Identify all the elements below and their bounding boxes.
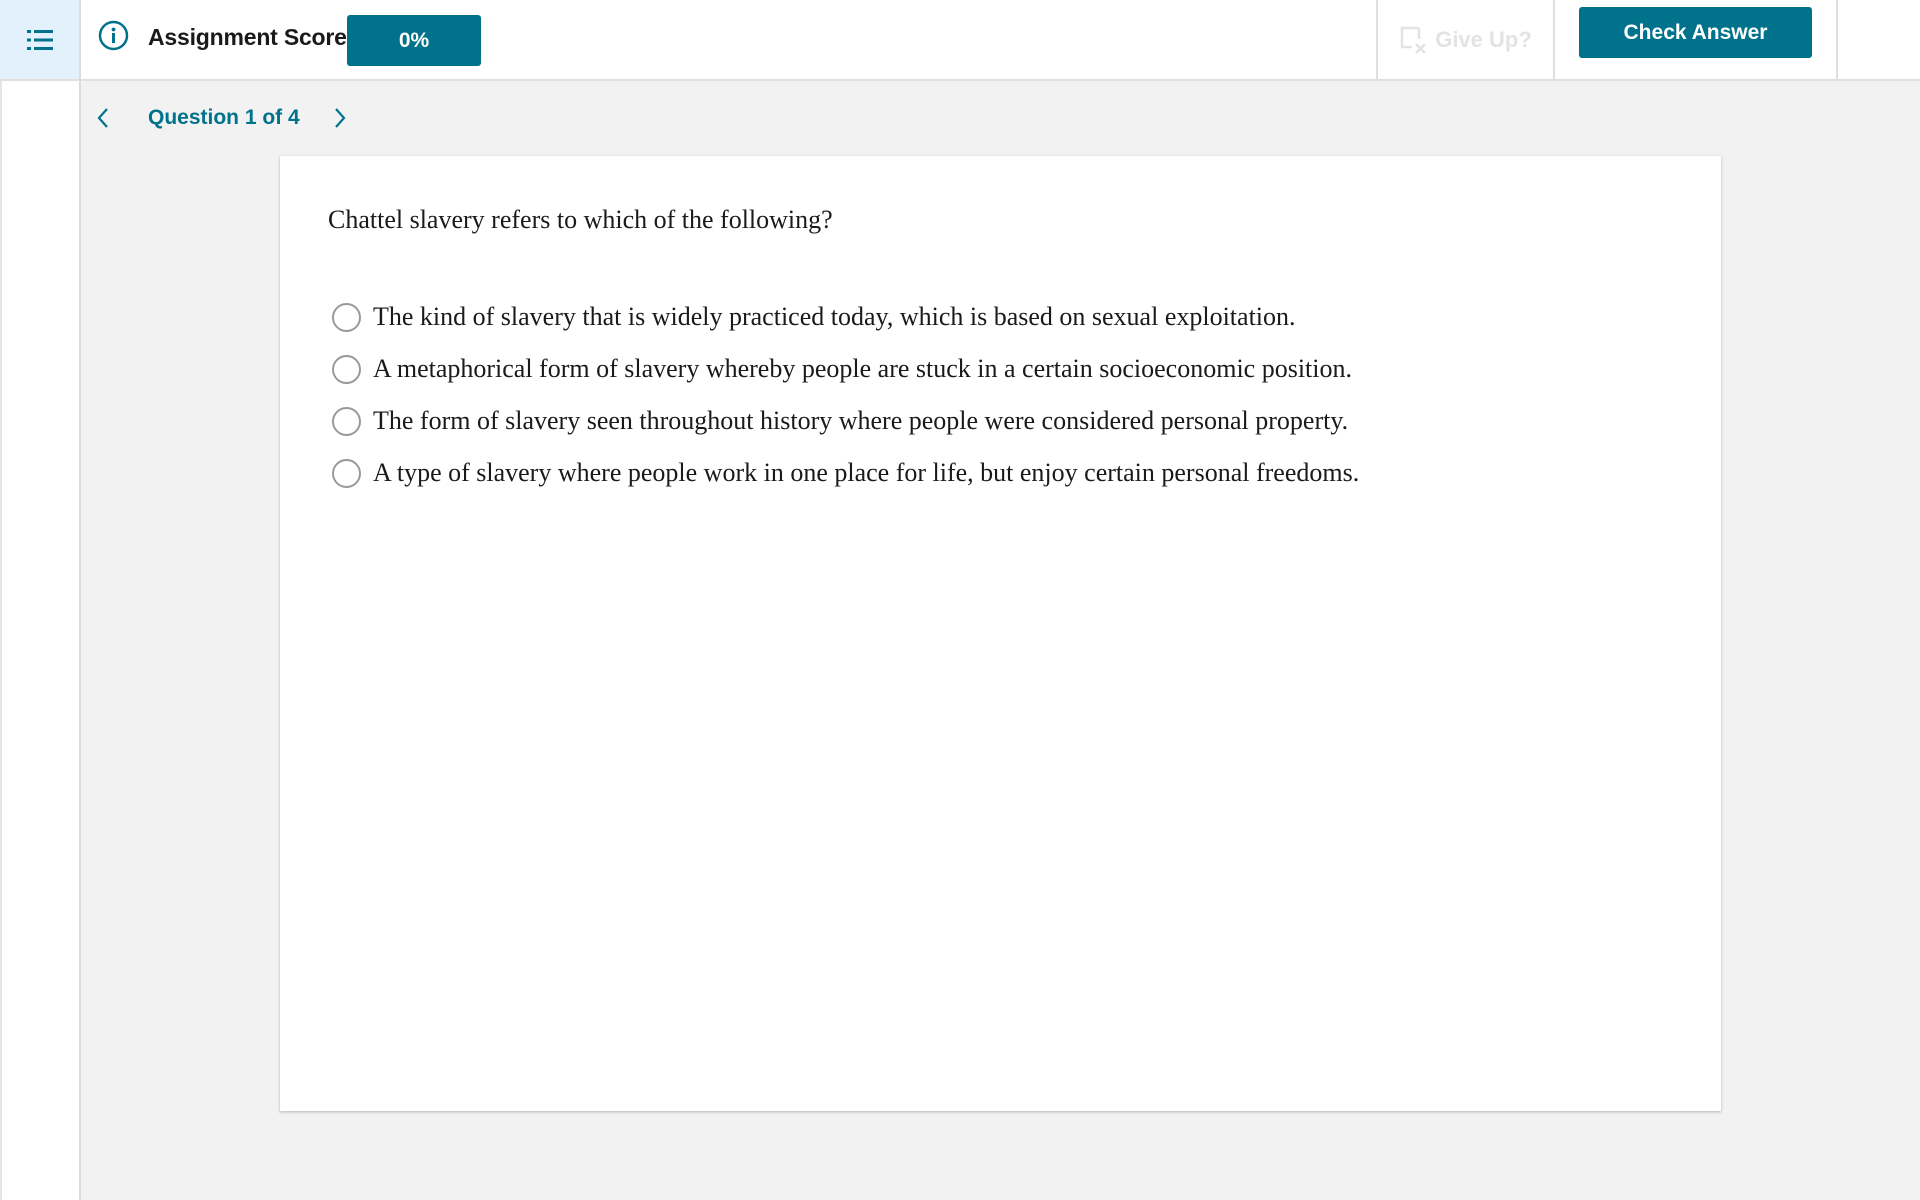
- list-icon: [26, 29, 53, 50]
- assignment-score-label: Assignment Score:: [148, 24, 355, 50]
- answer-option-label: The kind of slavery that is widely pract…: [373, 302, 1296, 331]
- answer-option[interactable]: A type of slavery where people work in o…: [332, 447, 1359, 499]
- info-circle-icon[interactable]: [98, 20, 129, 51]
- question-card: Chattel slavery refers to which of the f…: [280, 156, 1721, 1111]
- radio-button[interactable]: [332, 302, 361, 332]
- answer-options: The kind of slavery that is widely pract…: [332, 291, 1359, 499]
- assignment-score-value: 0%: [347, 15, 481, 66]
- answer-option[interactable]: The kind of slavery that is widely pract…: [332, 291, 1359, 343]
- give-up-icon: [1400, 26, 1427, 54]
- question-prompt: Chattel slavery refers to which of the f…: [328, 205, 833, 234]
- answer-option-label: A type of slavery where people work in o…: [373, 458, 1360, 487]
- sidebar: [0, 0, 81, 1200]
- give-up-button[interactable]: Give Up?: [1376, 0, 1555, 80]
- answer-option-label: The form of slavery seen throughout hist…: [373, 406, 1349, 435]
- answer-option-label: A metaphorical form of slavery whereby p…: [373, 354, 1352, 383]
- chevron-left-icon[interactable]: [92, 104, 114, 132]
- give-up-label: Give Up?: [1435, 27, 1532, 52]
- answer-option[interactable]: The form of slavery seen throughout hist…: [332, 395, 1359, 447]
- menu-button[interactable]: [0, 0, 81, 81]
- radio-button[interactable]: [332, 458, 361, 488]
- radio-button[interactable]: [332, 406, 361, 436]
- question-counter: Question 1 of 4: [148, 106, 300, 129]
- chevron-right-icon[interactable]: [329, 104, 351, 132]
- answer-option[interactable]: A metaphorical form of slavery whereby p…: [332, 343, 1359, 395]
- header-divider: [1836, 0, 1838, 80]
- radio-button[interactable]: [332, 354, 361, 384]
- check-answer-button[interactable]: Check Answer: [1579, 7, 1812, 58]
